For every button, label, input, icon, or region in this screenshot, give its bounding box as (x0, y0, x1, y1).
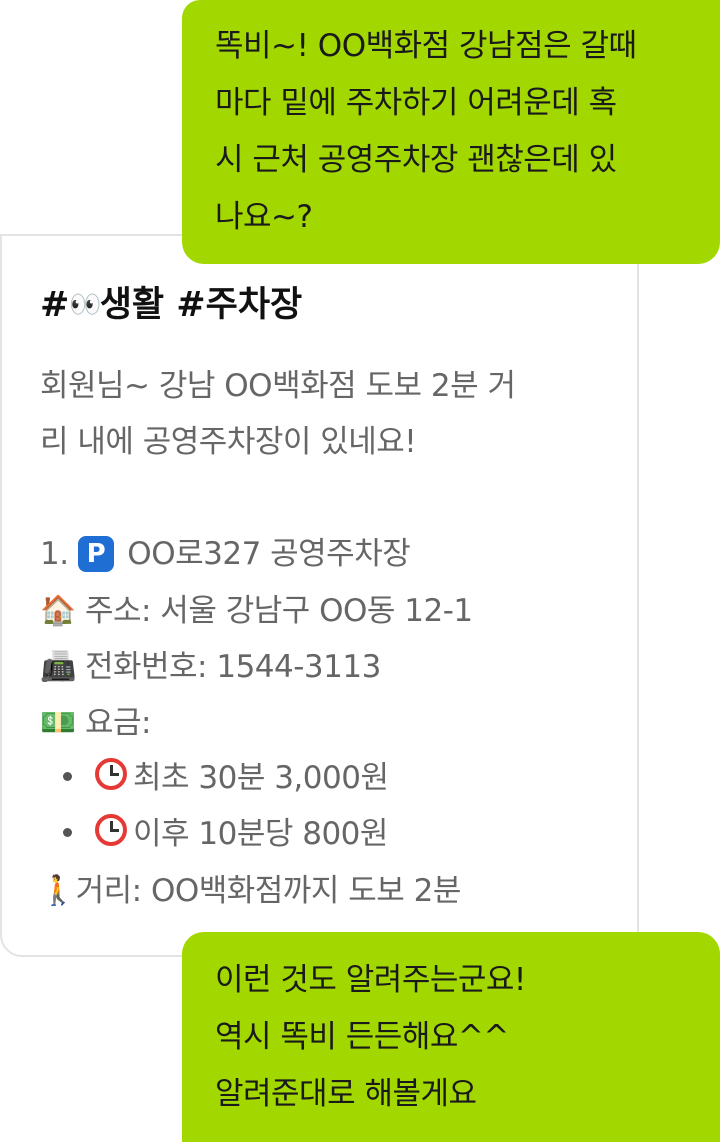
message-line: 시 근처 공영주차장 괜찮은데 있 (215, 142, 617, 178)
distance-text: 거리: OO백화점까지 도보 2분 (75, 873, 462, 909)
parking-icon: P (77, 536, 114, 572)
money-icon: 💵 (40, 705, 76, 739)
fee-list-item: 최초 30분 3,000원 (40, 750, 620, 806)
fee-row: 💵 요금: (40, 694, 620, 750)
fee-item-text: 이후 10분당 800원 (133, 816, 388, 852)
phone-row: 📠 전화번호: 1544-3113 (40, 638, 620, 694)
parking-lot-title: 1. P OO로327 공영주차장 (40, 526, 620, 582)
bullet-icon (63, 772, 72, 781)
message-line: 나요~? (215, 199, 313, 235)
alarm-clock-icon (95, 758, 127, 790)
bullet-icon (63, 828, 72, 837)
bot-message-body: 회원님~ 강남 OO백화점 도보 2분 거 리 내에 공영주차장이 있네요! 1… (40, 358, 620, 918)
message-line: 알려준대로 해볼게요 (215, 1076, 477, 1112)
hashtag-parking: #주차장 (176, 285, 303, 325)
hashtag-heading: #👀생활 #주차장 (40, 282, 302, 328)
intro-line: 회원님~ 강남 OO백화점 도보 2분 거 (40, 368, 516, 404)
user-message-bubble: 똑비~! OO백화점 강남점은 갈때 마다 밑에 주차하기 어려운데 혹 시 근… (182, 0, 720, 264)
parking-lot-name: OO로327 공영주차장 (127, 536, 411, 572)
walking-person-icon: 🚶 (40, 873, 76, 907)
address-row: 🏠 주소: 서울 강남구 OO동 12-1 (40, 582, 620, 638)
message-line: 이런 것도 알려주는군요! (215, 962, 526, 998)
fee-item-text: 최초 30분 3,000원 (133, 760, 389, 796)
message-line: 마다 밑에 주차하기 어려운데 혹 (215, 85, 617, 121)
distance-row: 🚶거리: OO백화점까지 도보 2분 (40, 862, 620, 918)
fee-label: 요금: (84, 705, 151, 741)
item-number: 1. (40, 536, 69, 572)
house-icon: 🏠 (40, 593, 76, 627)
intro-line: 리 내에 공영주차장이 있네요! (40, 424, 417, 460)
address-text: 주소: 서울 강남구 OO동 12-1 (84, 593, 473, 629)
fee-list-item: 이후 10분당 800원 (40, 806, 620, 862)
hashtag-life: 생활 (99, 285, 165, 325)
message-line: 똑비~! OO백화점 강남점은 갈때 (215, 28, 637, 64)
alarm-clock-icon (95, 814, 127, 846)
phone-text: 전화번호: 1544-3113 (84, 649, 381, 685)
hashtag-prefix: # (40, 285, 70, 325)
user-message-bubble: 이런 것도 알려주는군요! 역시 똑비 든든해요^^ 알려준대로 해볼게요 (182, 932, 720, 1142)
message-line: 역시 똑비 든든해요^^ (215, 1019, 509, 1055)
fax-icon: 📠 (40, 649, 76, 683)
eyes-icon: 👀 (69, 290, 101, 320)
